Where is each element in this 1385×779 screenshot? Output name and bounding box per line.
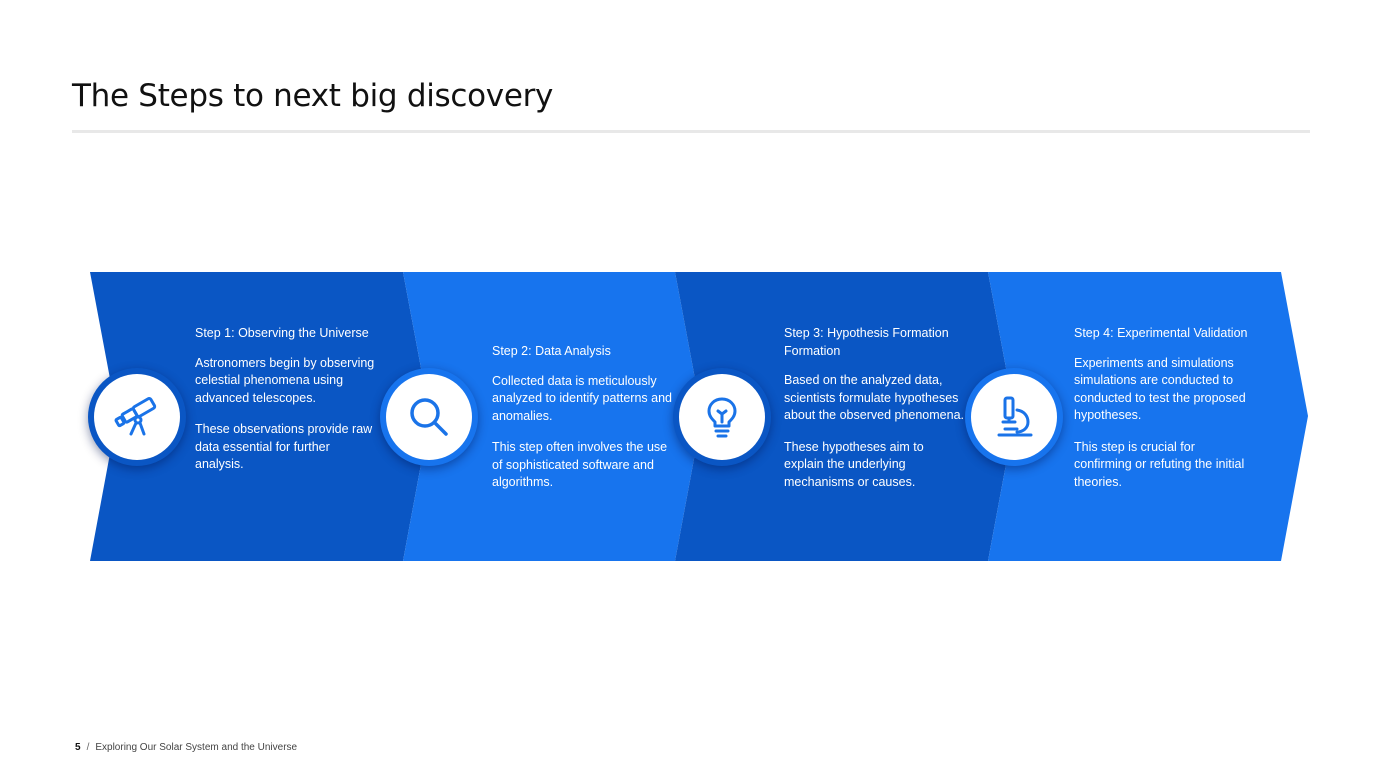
step-4-icon-badge — [965, 368, 1063, 466]
footer-separator: / — [86, 742, 90, 753]
slide-footer: 5 / Exploring Our Solar System and the Uni… — [75, 742, 297, 753]
step-2-content: Step 2: Data Analysis Collected data is … — [492, 343, 672, 506]
step-2-icon-badge — [380, 368, 478, 466]
page-number: 5 — [75, 742, 81, 753]
step-4-paragraph-2: This step is crucial for confirming or r… — [1074, 439, 1245, 489]
deck-title: Exploring Our Solar System and the Unive… — [95, 742, 298, 753]
step-2-paragraph-2: This step often involves the use of soph… — [492, 440, 668, 489]
step-4-content: Step 4: Experimental Validation Experime… — [1074, 325, 1254, 505]
step-3-content: Step 3: Hypothesis Formation Formation B… — [784, 325, 964, 505]
step-4-heading: Step 4: Experimental Validation — [1074, 326, 1248, 340]
step-3-paragraph-1: Based on the analyzed data, scientists f… — [784, 373, 964, 422]
step-1-icon-badge — [88, 368, 186, 466]
lightbulb-icon — [707, 397, 737, 438]
step-1-heading: Step 1: Observing the Universe — [195, 326, 369, 340]
telescope-icon — [114, 396, 157, 436]
microscope-icon — [997, 396, 1033, 437]
step-1-paragraph-1: Astronomers begin by observing celestial… — [195, 355, 375, 405]
step-3-icon-badge — [673, 368, 771, 466]
step-2-heading: Step 2: Data Analysis — [492, 344, 611, 358]
step-3-heading: Step 3: Hypothesis Formation Formation — [784, 326, 949, 358]
magnifier-icon — [410, 398, 448, 436]
slide: The Steps to next big discovery Step 1: … — [0, 0, 1385, 779]
step-3-paragraph-2: These hypotheses aim to explain the unde… — [784, 439, 924, 489]
step-1-paragraph-2: These observations provide raw data esse… — [195, 422, 373, 471]
step-4-paragraph-1: Experiments and simulations simulations … — [1074, 355, 1246, 423]
step-1-content: Step 1: Observing the Universe Astronome… — [195, 325, 375, 488]
step-2-paragraph-1: Collected data is meticulously analyzed … — [492, 373, 672, 423]
